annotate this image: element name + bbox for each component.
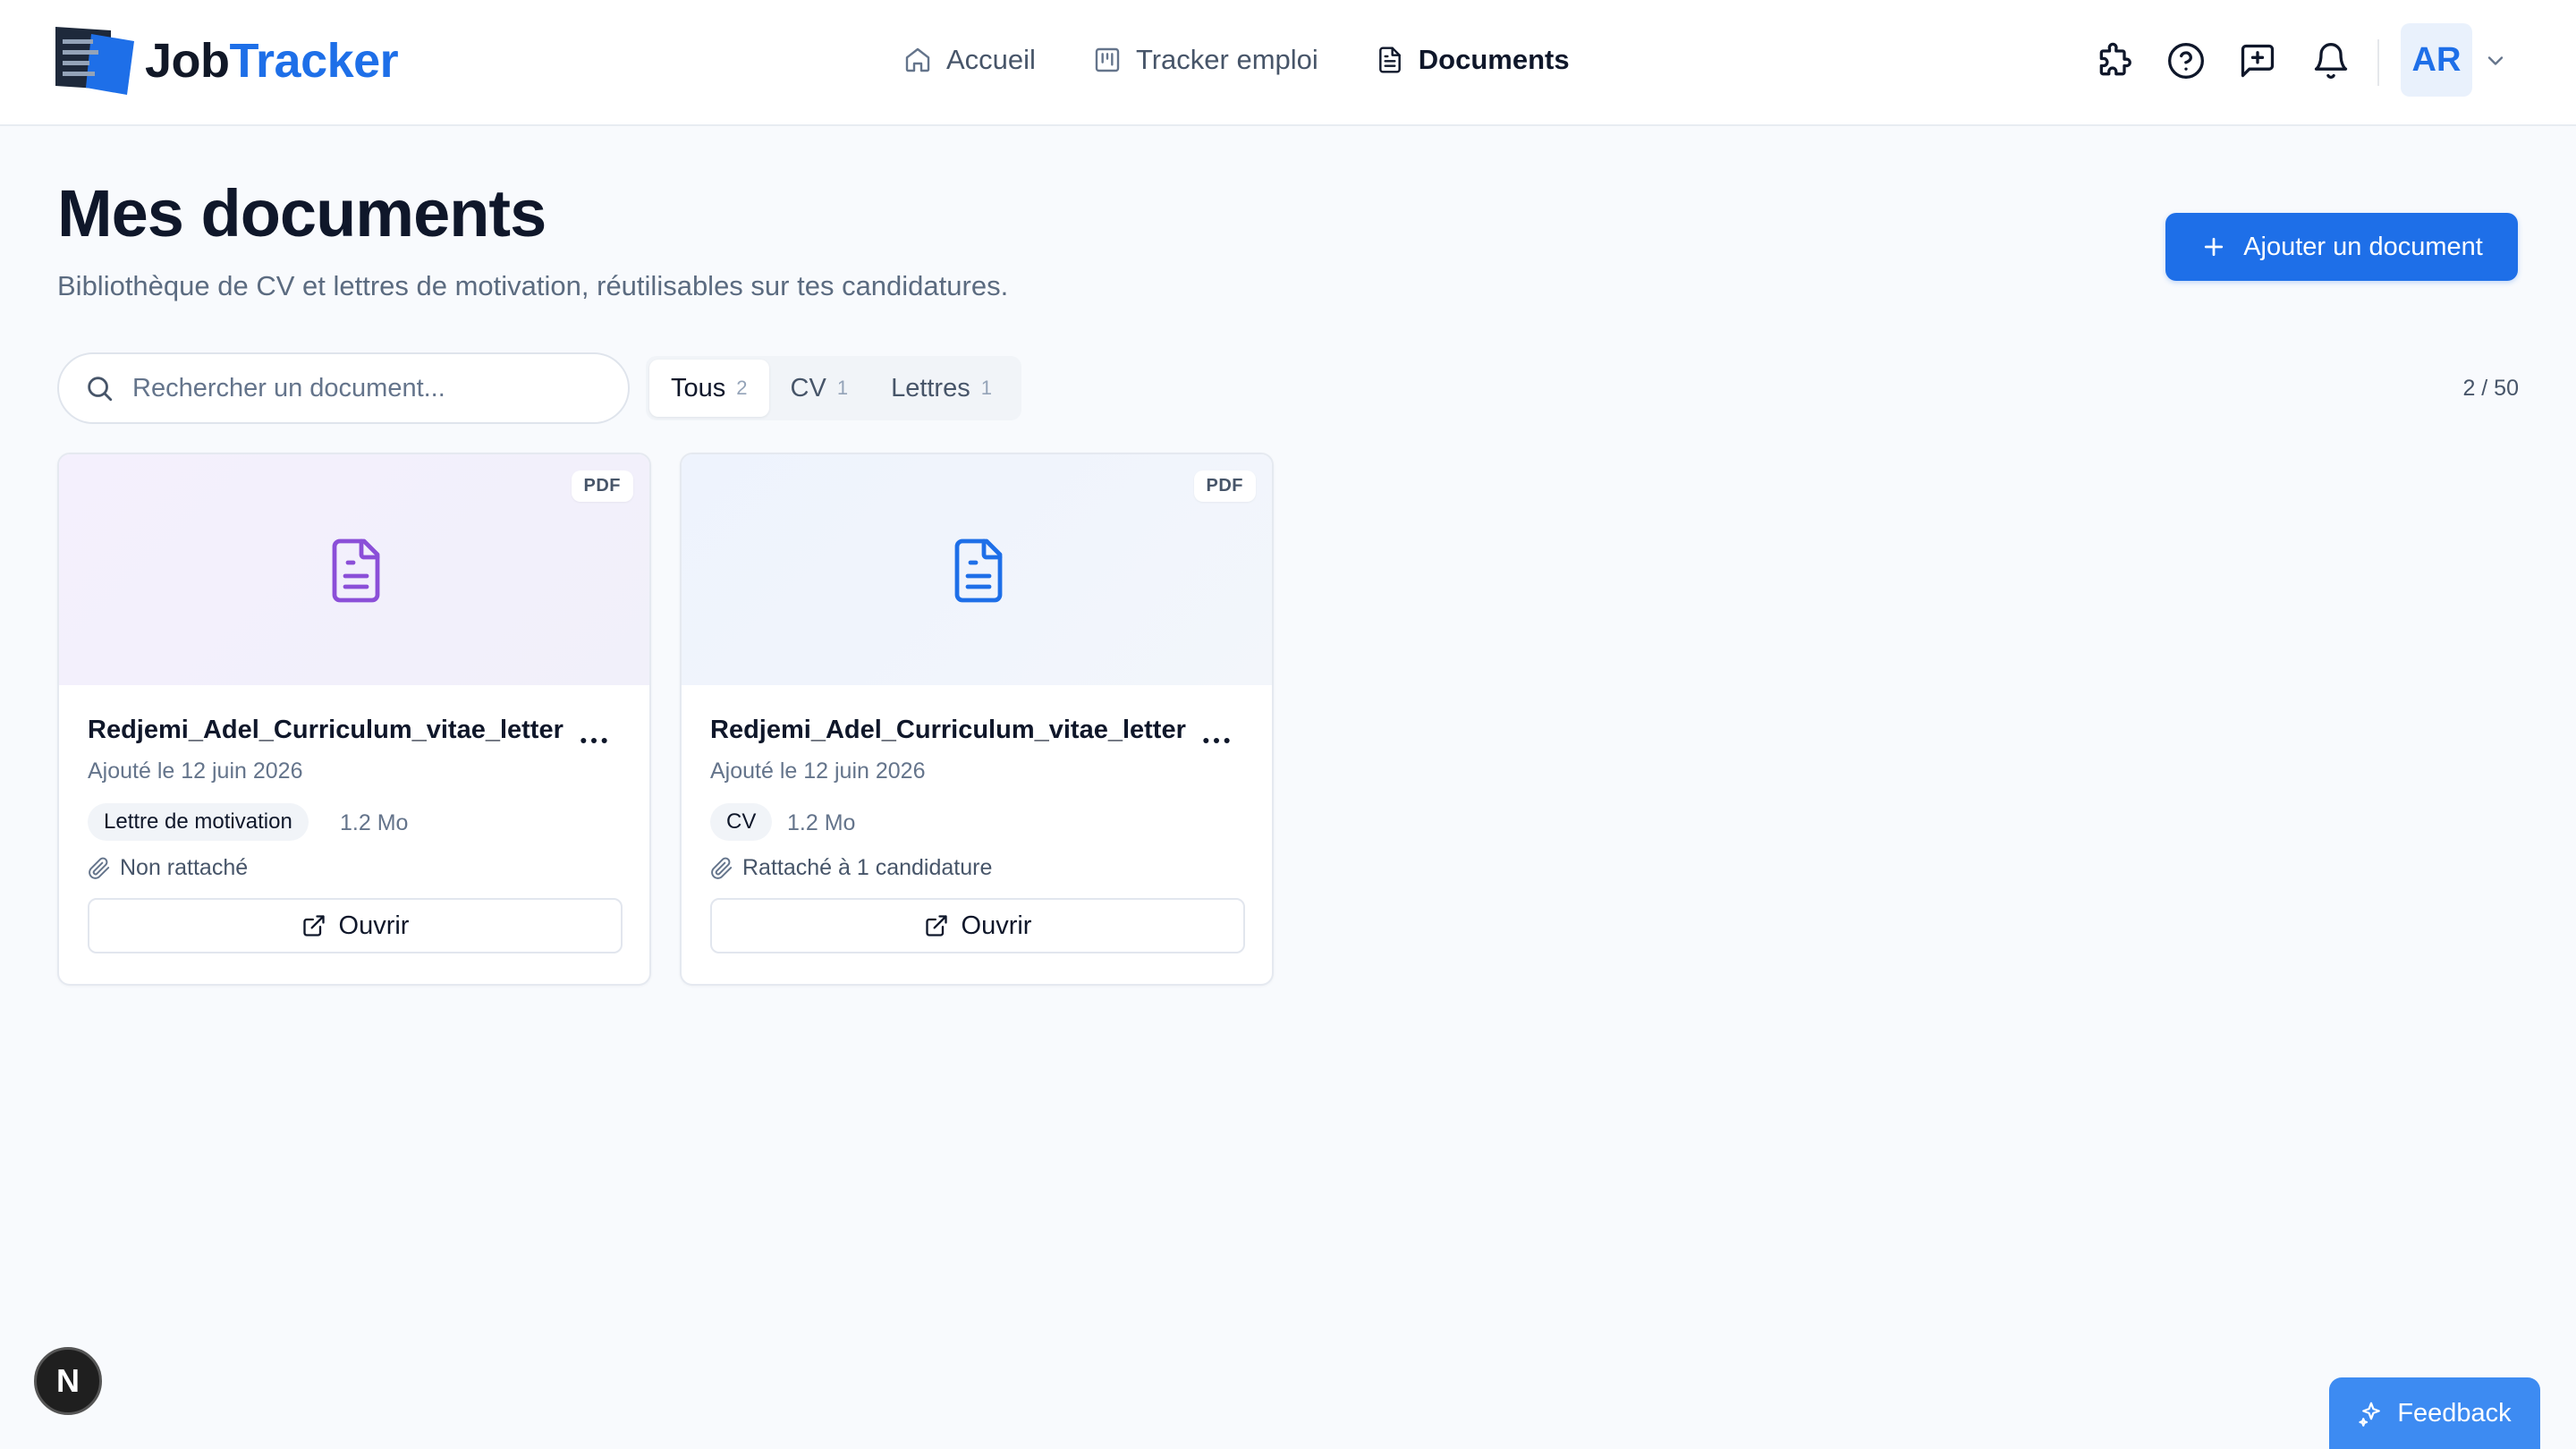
document-filter-tabs: Tous 2 CV 1 Lettres 1	[646, 356, 1021, 420]
document-type-tag: Lettre de motivation	[88, 803, 309, 841]
document-title: Redjemi_Adel_Curriculum_vitae_letter	[88, 716, 564, 744]
top-header: JobTracker Accueil Tracker emploi Docume…	[0, 0, 2576, 126]
brand-name: JobTracker	[145, 34, 399, 88]
chevron-down-icon[interactable]	[2483, 48, 2508, 73]
main-nav: Accueil Tracker emploi Documents	[903, 36, 1627, 84]
attachment-status: Rattaché à 1 candidature	[710, 855, 992, 881]
help-circle-icon	[2168, 43, 2204, 79]
help-button[interactable]	[2166, 41, 2206, 80]
extensions-button[interactable]	[2095, 41, 2134, 80]
filter-tous[interactable]: Tous 2	[649, 360, 769, 417]
kanban-icon	[1095, 47, 1120, 72]
paperclip-icon	[89, 857, 110, 879]
attachment-status: Non rattaché	[88, 855, 248, 881]
user-avatar[interactable]: AR	[2401, 23, 2472, 97]
file-type-badge: PDF	[1193, 470, 1256, 502]
plus-icon	[2205, 237, 2224, 257]
filter-cv[interactable]: CV 1	[769, 360, 870, 417]
document-date: Ajouté le 12 juin 2026	[88, 758, 303, 784]
search-input[interactable]	[132, 373, 597, 403]
document-preview[interactable]: PDF	[59, 454, 649, 685]
document-file-icon	[954, 538, 1003, 603]
document-title: Redjemi_Adel_Curriculum_vitae_letter	[710, 716, 1186, 744]
document-count: 2 / 50	[2462, 376, 2519, 401]
nav-documents[interactable]: Documents	[1376, 44, 1570, 76]
bell-icon	[2314, 43, 2348, 79]
page-title: Mes documents	[57, 176, 547, 250]
header-divider	[2377, 39, 2379, 86]
document-size: 1.2 Mo	[340, 810, 409, 835]
notifications-button[interactable]	[2311, 41, 2351, 80]
home-icon	[905, 47, 930, 72]
document-preview[interactable]: PDF	[682, 454, 1272, 685]
filter-lettres[interactable]: Lettres 1	[869, 360, 1013, 417]
feedback-button[interactable]: Feedback	[2329, 1377, 2540, 1449]
page-subtitle: Bibliothèque de CV et lettres de motivat…	[57, 270, 1009, 301]
document-type-tag: CV	[710, 803, 773, 841]
external-link-icon	[925, 915, 947, 936]
add-document-button[interactable]: Ajouter un document	[2165, 213, 2518, 281]
document-card: PDF Redjemi_Adel_Curriculum_vitae_letter…	[57, 453, 651, 986]
search-icon	[88, 377, 113, 402]
sparkles-icon	[2359, 1402, 2381, 1427]
open-document-button[interactable]: Ouvrir	[88, 898, 623, 953]
external-link-icon	[302, 915, 325, 936]
dev-tools-badge[interactable]: N	[34, 1347, 102, 1415]
file-text-icon	[1378, 47, 1401, 73]
document-card: PDF Redjemi_Adel_Curriculum_vitae_letter…	[680, 453, 1274, 986]
file-type-badge: PDF	[571, 470, 633, 502]
document-date: Ajouté le 12 juin 2026	[710, 758, 926, 784]
more-options-icon[interactable]	[1199, 723, 1234, 758]
new-message-button[interactable]	[2238, 41, 2277, 80]
document-file-icon	[332, 538, 380, 603]
search-box	[57, 352, 630, 424]
message-plus-icon	[2241, 44, 2275, 78]
nav-accueil[interactable]: Accueil	[903, 44, 1036, 76]
more-options-icon[interactable]	[576, 723, 612, 758]
open-document-button[interactable]: Ouvrir	[710, 898, 1245, 953]
brand-logo[interactable]: JobTracker	[55, 27, 399, 95]
jobtracker-logo-icon	[55, 27, 134, 95]
nav-tracker-emploi[interactable]: Tracker emploi	[1093, 44, 1318, 76]
paperclip-icon	[711, 857, 733, 879]
document-size: 1.2 Mo	[787, 810, 856, 835]
puzzle-icon	[2099, 42, 2131, 76]
